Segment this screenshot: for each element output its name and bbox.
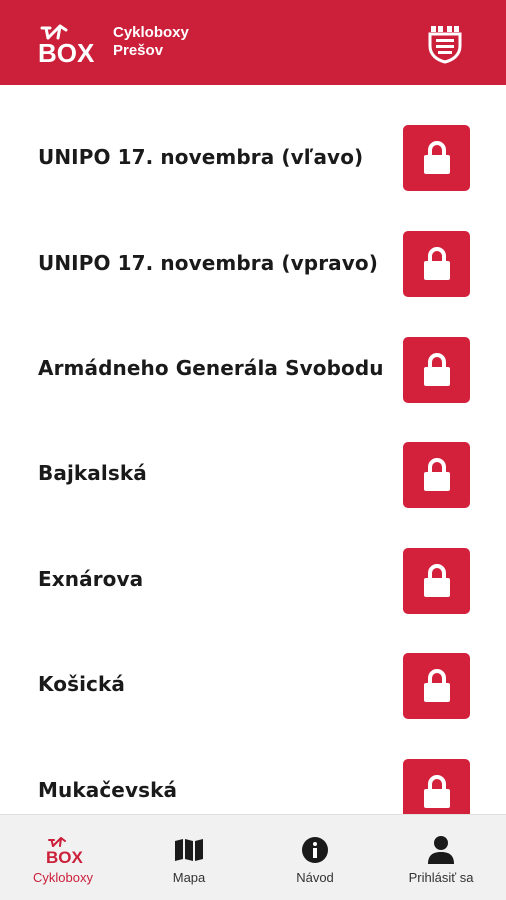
info-icon — [295, 835, 335, 865]
box-name: Exnárova — [38, 567, 144, 591]
box-name: Bajkalská — [38, 461, 147, 485]
list-item[interactable]: UNIPO 17. novembra (vpravo) — [0, 210, 506, 315]
list-item[interactable]: Exnárova — [0, 527, 506, 632]
cyclobox-list: UNIPO 17. novembra (vľavo) UNIPO 17. nov… — [0, 85, 506, 814]
app-header: BOX Cykloboxy Prešov — [0, 0, 506, 85]
map-icon — [169, 835, 209, 865]
box-name: Armádneho Generála Svobodu — [38, 356, 384, 380]
nav-label: Návod — [296, 870, 334, 885]
city-crest-icon[interactable] — [426, 24, 464, 64]
user-icon — [421, 835, 461, 865]
unlock-button[interactable] — [403, 548, 470, 614]
unlock-button[interactable] — [403, 231, 470, 297]
lock-icon — [423, 353, 450, 386]
list-item[interactable]: Armádneho Generála Svobodu — [0, 316, 506, 421]
cyklobox-logo-icon: BOX — [38, 24, 95, 66]
unlock-button[interactable] — [403, 337, 470, 403]
list-item[interactable]: Mukačevská — [0, 738, 506, 814]
cyklobox-logo-icon: BOX — [43, 835, 83, 865]
lock-icon — [423, 669, 450, 702]
box-name: Košická — [38, 672, 125, 696]
brand-title-line2: Prešov — [113, 42, 164, 59]
nav-label: Mapa — [172, 870, 206, 885]
brand-title: Cykloboxy Prešov — [113, 24, 189, 60]
svg-text:BOX: BOX — [46, 848, 83, 865]
box-name: UNIPO 17. novembra (vpravo) — [38, 251, 378, 275]
unlock-button[interactable] — [403, 759, 470, 814]
box-name: Mukačevská — [38, 778, 178, 802]
bottom-navigation: BOX Cykloboxy Mapa Návod Prihlásiť sa — [0, 814, 506, 900]
list-item[interactable]: Bajkalská — [0, 421, 506, 526]
brand-title-line1: Cykloboxy — [113, 24, 189, 41]
nav-prihlasit[interactable]: Prihlásiť sa — [378, 815, 504, 900]
nav-cykloboxy[interactable]: BOX Cykloboxy — [0, 815, 126, 900]
svg-text:BOX: BOX — [38, 38, 95, 66]
lock-icon — [423, 775, 450, 808]
unlock-button[interactable] — [403, 653, 470, 719]
list-item[interactable]: Košická — [0, 632, 506, 737]
box-name: UNIPO 17. novembra (vľavo) — [38, 145, 364, 169]
nav-navod[interactable]: Návod — [252, 815, 378, 900]
nav-mapa[interactable]: Mapa — [126, 815, 252, 900]
nav-label: Cykloboxy — [33, 870, 93, 885]
unlock-button[interactable] — [403, 442, 470, 508]
lock-icon — [423, 247, 450, 280]
list-item[interactable]: UNIPO 17. novembra (vľavo) — [0, 105, 506, 210]
nav-label: Prihlásiť sa — [408, 870, 474, 885]
lock-icon — [423, 458, 450, 491]
lock-icon — [423, 141, 450, 174]
unlock-button[interactable] — [403, 125, 470, 191]
lock-icon — [423, 564, 450, 597]
